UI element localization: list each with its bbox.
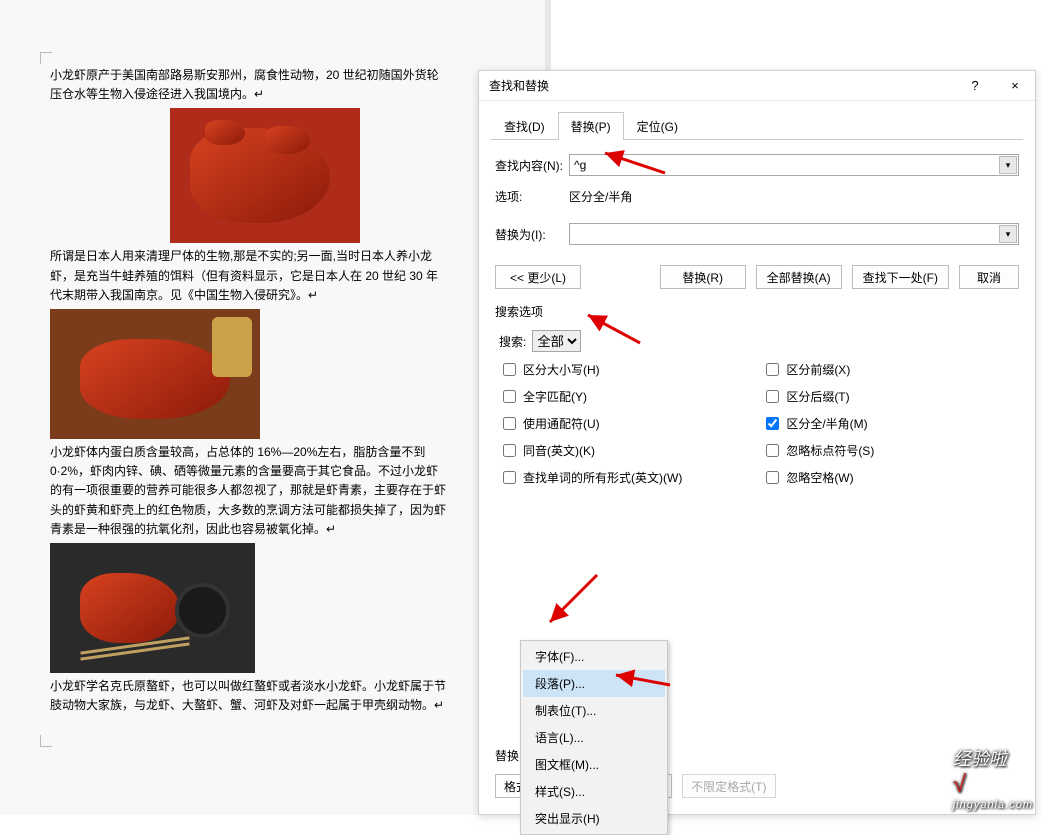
search-direction-select[interactable]: 全部 — [532, 330, 581, 352]
checkbox-input[interactable] — [503, 417, 516, 430]
options-label: 选项: — [495, 188, 569, 205]
checkbox-label: 查找单词的所有形式(英文)(W) — [523, 469, 682, 486]
no-format-button: 不限定格式(T) — [682, 774, 775, 798]
replace-label: 替换为(I): — [495, 226, 569, 243]
cancel-button[interactable]: 取消 — [959, 265, 1019, 289]
checkbox-option[interactable]: 区分前缀(X) — [762, 360, 874, 379]
checkbox-option[interactable]: 忽略空格(W) — [762, 468, 874, 487]
paragraph-2: 所谓是日本人用来清理尸体的生物,那是不实的;另一面,当时日本人养小龙虾，是充当牛… — [50, 247, 450, 305]
checkbox-option[interactable]: 全字匹配(Y) — [499, 387, 682, 406]
checkbox-label: 全字匹配(Y) — [523, 388, 587, 405]
dialog-title: 查找和替换 — [489, 77, 955, 94]
checkbox-input[interactable] — [766, 444, 779, 457]
dialog-tabs: 查找(D) 替换(P) 定位(G) — [491, 111, 1023, 140]
find-input[interactable]: ^g ▾ — [569, 154, 1019, 176]
format-menu-item[interactable]: 突出显示(H) — [523, 805, 665, 832]
paragraph-3: 小龙虾体内蛋白质含量较高，占总体的 16%—20%左右，脂肪含量不到 0·2%，… — [50, 443, 450, 539]
checkbox-option[interactable]: 查找单词的所有形式(英文)(W) — [499, 468, 682, 487]
search-options-title: 搜索选项 — [495, 303, 1015, 320]
checkbox-label: 忽略空格(W) — [786, 469, 853, 486]
options-value: 区分全/半角 — [569, 188, 632, 205]
checkbox-input[interactable] — [503, 390, 516, 403]
format-menu-item[interactable]: 字体(F)... — [523, 643, 665, 670]
checkbox-input[interactable] — [503, 363, 516, 376]
paragraph-1: 小龙虾原产于美国南部路易斯安那州，腐食性动物，20 世纪初随国外货轮压仓水等生物… — [50, 66, 450, 104]
tab-replace[interactable]: 替换(P) — [558, 112, 624, 140]
image-3 — [50, 543, 255, 673]
replace-dropdown-icon[interactable]: ▾ — [999, 225, 1017, 243]
checkbox-input[interactable] — [766, 390, 779, 403]
tab-find[interactable]: 查找(D) — [491, 112, 558, 140]
image-2 — [50, 309, 260, 439]
checkbox-option[interactable]: 区分大小写(H) — [499, 360, 682, 379]
checkbox-input[interactable] — [766, 471, 779, 484]
checkbox-input[interactable] — [503, 444, 516, 457]
checkbox-input[interactable] — [766, 363, 779, 376]
help-button[interactable]: ? — [955, 71, 995, 101]
format-menu-item[interactable]: 段落(P)... — [523, 670, 665, 697]
replace-input[interactable]: ▾ — [569, 223, 1019, 245]
checkbox-label: 同音(英文)(K) — [523, 442, 595, 459]
search-direction-label: 搜索: — [499, 333, 526, 350]
format-menu-item[interactable]: 语言(L)... — [523, 724, 665, 751]
paragraph-4: 小龙虾学名克氏原螯虾，也可以叫做红螯虾或者淡水小龙虾。小龙虾属于节肢动物大家族，… — [50, 677, 450, 715]
dialog-titlebar: 查找和替换 ? × — [479, 71, 1035, 101]
checkbox-option[interactable]: 忽略标点符号(S) — [762, 441, 874, 460]
image-1 — [170, 108, 360, 243]
less-button[interactable]: << 更少(L) — [495, 265, 581, 289]
checkbox-option[interactable]: 同音(英文)(K) — [499, 441, 682, 460]
check-icon: √ — [953, 771, 1033, 799]
tab-goto[interactable]: 定位(G) — [624, 112, 691, 140]
checkbox-option[interactable]: 使用通配符(U) — [499, 414, 682, 433]
close-button[interactable]: × — [995, 71, 1035, 101]
document-page: 小龙虾原产于美国南部路易斯安那州，腐食性动物，20 世纪初随国外货轮压仓水等生物… — [50, 0, 450, 719]
find-dropdown-icon[interactable]: ▾ — [999, 156, 1017, 174]
format-menu-item[interactable]: 图文框(M)... — [523, 751, 665, 778]
checkbox-input[interactable] — [766, 417, 779, 430]
checkbox-label: 区分大小写(H) — [523, 361, 600, 378]
checkbox-label: 区分后缀(T) — [786, 388, 849, 405]
watermark: 经验啦 √ jingyanla.com — [953, 745, 1033, 811]
format-dropdown-menu: 字体(F)...段落(P)...制表位(T)...语言(L)...图文框(M).… — [520, 640, 668, 835]
find-input-value: ^g — [574, 158, 586, 172]
replace-button[interactable]: 替换(R) — [660, 265, 746, 289]
format-menu-item[interactable]: 制表位(T)... — [523, 697, 665, 724]
find-label: 查找内容(N): — [495, 157, 569, 174]
checkbox-option[interactable]: 区分全/半角(M) — [762, 414, 874, 433]
checkbox-option[interactable]: 区分后缀(T) — [762, 387, 874, 406]
checkbox-label: 区分全/半角(M) — [786, 415, 867, 432]
find-next-button[interactable]: 查找下一处(F) — [852, 265, 949, 289]
checkbox-label: 忽略标点符号(S) — [786, 442, 874, 459]
checkbox-label: 区分前缀(X) — [786, 361, 850, 378]
checkbox-label: 使用通配符(U) — [523, 415, 600, 432]
format-menu-item[interactable]: 样式(S)... — [523, 778, 665, 805]
checkbox-input[interactable] — [503, 471, 516, 484]
replace-all-button[interactable]: 全部替换(A) — [756, 265, 842, 289]
